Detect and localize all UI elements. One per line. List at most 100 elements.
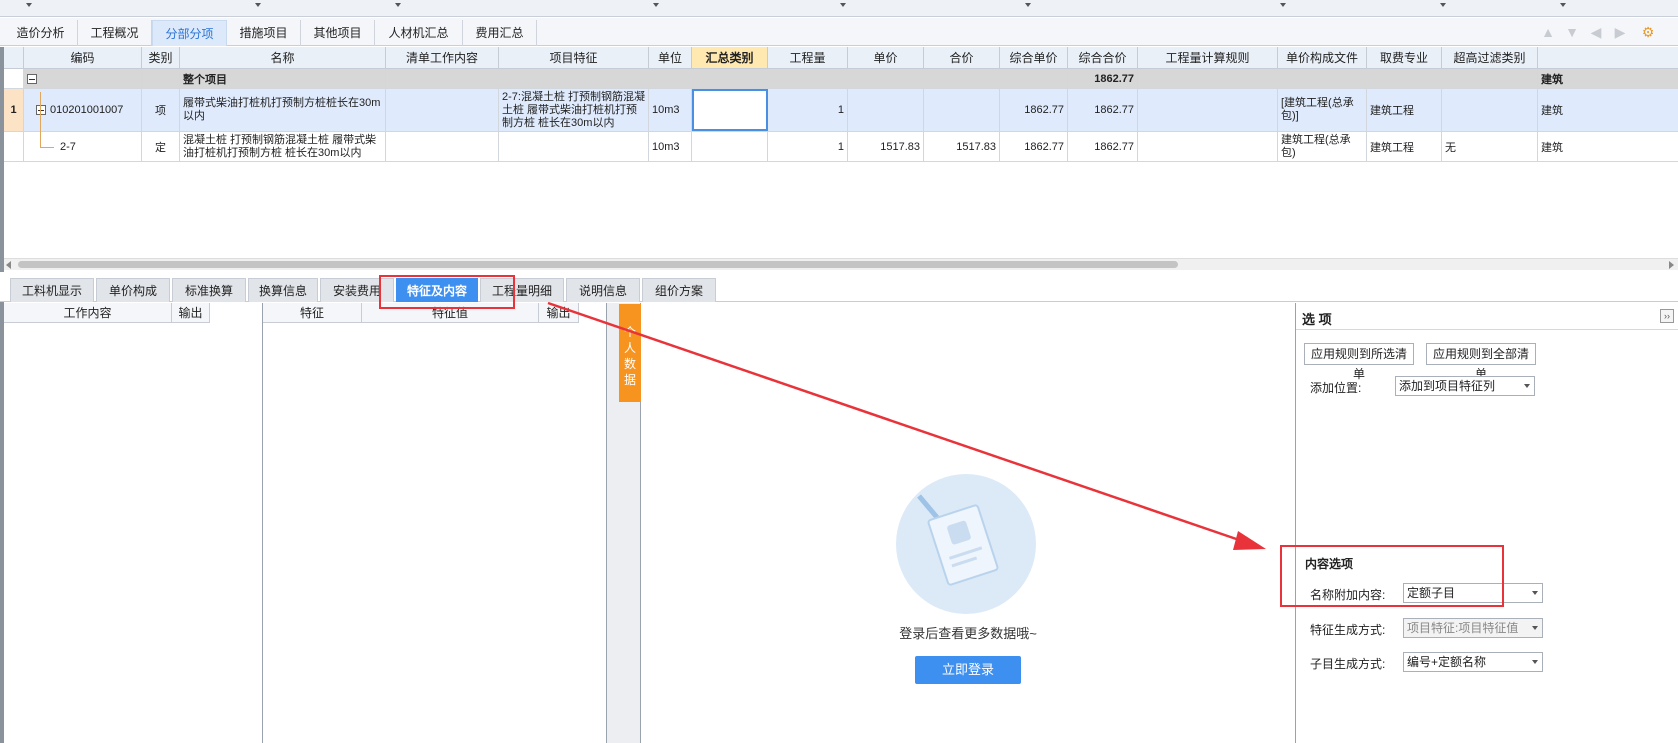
col-header-output[interactable]: 输出: [172, 303, 210, 323]
col-header-total-price[interactable]: 合价: [924, 47, 1000, 69]
tab-conversion-info[interactable]: 换算信息: [248, 278, 318, 302]
tab-price-composition[interactable]: 单价构成: [96, 278, 170, 302]
cell-comp-total-price[interactable]: 1862.77: [1068, 89, 1138, 131]
dropdown-arrow-icon[interactable]: [1532, 660, 1538, 664]
cell-fee-major[interactable]: 建筑工程: [1367, 132, 1442, 161]
add-position-select[interactable]: 添加到项目特征列: [1395, 376, 1535, 396]
dropdown-arrow-icon[interactable]: [1532, 591, 1538, 595]
row-index[interactable]: [4, 132, 24, 161]
col-header-feature[interactable]: 特征: [263, 303, 362, 323]
col-header-work-content[interactable]: 清单工作内容: [386, 47, 499, 69]
scroll-right-icon[interactable]: [1669, 261, 1674, 269]
cell-calc-rule[interactable]: [1138, 132, 1278, 161]
cell-feature[interactable]: [499, 132, 649, 161]
dropdown-caret-icon[interactable]: [1560, 3, 1566, 7]
tab-pricing-plan[interactable]: 组价方案: [642, 278, 716, 302]
dropdown-caret-icon[interactable]: [26, 3, 32, 7]
col-header-comp-unit-price[interactable]: 综合单价: [1000, 47, 1068, 69]
cell-quantity[interactable]: 1: [768, 132, 848, 161]
apply-to-all-button[interactable]: 应用规则到全部清单: [1426, 343, 1536, 381]
cell-total-price[interactable]: [924, 89, 1000, 131]
cell-type[interactable]: 项: [142, 89, 180, 131]
col-header-name[interactable]: 名称: [180, 47, 386, 69]
move-left-icon[interactable]: ◀: [1588, 24, 1604, 40]
dropdown-caret-icon[interactable]: [1280, 3, 1286, 7]
cell-unit-price[interactable]: [848, 89, 924, 131]
cell-work-content[interactable]: [386, 89, 499, 131]
col-header-height-filter[interactable]: 超高过滤类别: [1442, 47, 1538, 69]
cell-type[interactable]: 定: [142, 132, 180, 161]
tab-labor-materials[interactable]: 工料机显示: [10, 278, 94, 302]
cell-comp-total-price[interactable]: 1862.77: [1068, 132, 1138, 161]
row-toggle[interactable]: [24, 69, 142, 88]
col-header-comp-total-price[interactable]: 综合合价: [1068, 47, 1138, 69]
cell-quantity[interactable]: 1: [768, 89, 848, 131]
col-header-work-content[interactable]: 工作内容: [4, 303, 172, 323]
dropdown-caret-icon[interactable]: [840, 3, 846, 7]
col-header-code[interactable]: 编码: [24, 47, 142, 69]
col-header-quantity[interactable]: 工程量: [768, 47, 848, 69]
tab-standard-conversion[interactable]: 标准换算: [172, 278, 246, 302]
col-header-summary-category[interactable]: 汇总类别: [692, 47, 768, 69]
tab-fee-summary[interactable]: 费用汇总: [463, 20, 537, 46]
grid-horizontal-scrollbar[interactable]: [4, 258, 1678, 270]
table-row[interactable]: 1 010201001007 项 履带式柴油打桩机打预制方桩桩长在30m以内 2…: [4, 89, 1678, 132]
cell-extra[interactable]: 建筑: [1538, 132, 1678, 161]
row-index[interactable]: 1: [4, 89, 24, 131]
dropdown-caret-icon[interactable]: [1025, 3, 1031, 7]
tab-cost-analysis[interactable]: 造价分析: [4, 20, 78, 46]
cell-height-filter[interactable]: [1442, 89, 1538, 131]
apply-to-selected-button[interactable]: 应用规则到所选清单: [1304, 343, 1414, 381]
table-row-total[interactable]: 整个项目 1862.77 建筑: [4, 69, 1678, 89]
cell-calc-rule[interactable]: [1138, 89, 1278, 131]
tab-project-overview[interactable]: 工程概况: [78, 20, 152, 46]
col-header-price-file[interactable]: 单价构成文件: [1278, 47, 1367, 69]
tab-sub-items[interactable]: 分部分项: [152, 20, 227, 46]
collapse-icon[interactable]: [36, 105, 46, 115]
cell-extra[interactable]: 建筑: [1538, 89, 1678, 131]
cell-price-file[interactable]: 建筑工程(总承包): [1278, 132, 1367, 161]
move-down-icon[interactable]: ▼: [1564, 24, 1580, 40]
tab-resource-summary[interactable]: 人材机汇总: [375, 20, 463, 46]
cell-unit[interactable]: 10m3: [649, 89, 692, 131]
dropdown-caret-icon[interactable]: [1440, 3, 1446, 7]
col-header-output[interactable]: 输出: [539, 303, 579, 323]
tab-description-info[interactable]: 说明信息: [566, 278, 640, 302]
personal-data-tab[interactable]: 个人数据: [619, 304, 641, 402]
cell-summary-category[interactable]: [692, 132, 768, 161]
move-top-icon[interactable]: ▲: [1540, 24, 1556, 40]
col-header-feature[interactable]: 项目特征: [499, 47, 649, 69]
cell-comp-unit-price[interactable]: 1862.77: [1000, 89, 1068, 131]
dropdown-caret-icon[interactable]: [653, 3, 659, 7]
login-button[interactable]: 立即登录: [915, 656, 1021, 684]
cell-name[interactable]: 混凝土桩 打预制钢筋混凝土桩 履带式柴油打桩机打预制方桩 桩长在30m以内: [180, 132, 386, 161]
dropdown-arrow-icon[interactable]: [1524, 384, 1530, 388]
tab-other-items[interactable]: 其他项目: [301, 20, 375, 46]
cell-code[interactable]: 010201001007: [24, 89, 142, 131]
move-right-icon[interactable]: ▶: [1612, 24, 1628, 40]
cell-total-price[interactable]: 1517.83: [924, 132, 1000, 161]
collapse-icon[interactable]: [27, 73, 37, 84]
settings-icon[interactable]: ⚙: [1640, 24, 1656, 40]
cell-feature[interactable]: 2-7:混凝土桩 打预制钢筋混凝土桩 履带式柴油打桩机打预制方桩 桩长在30m以…: [499, 89, 649, 131]
scrollbar-thumb[interactable]: [18, 261, 1178, 268]
table-row[interactable]: 2-7 定 混凝土桩 打预制钢筋混凝土桩 履带式柴油打桩机打预制方桩 桩长在30…: [4, 132, 1678, 162]
tab-measures[interactable]: 措施项目: [227, 20, 301, 46]
scroll-left-icon[interactable]: [6, 261, 11, 269]
cell-height-filter[interactable]: 无: [1442, 132, 1538, 161]
dropdown-caret-icon[interactable]: [255, 3, 261, 7]
cell-fee-major[interactable]: 建筑工程: [1367, 89, 1442, 131]
col-header-unit-price[interactable]: 单价: [848, 47, 924, 69]
cell-work-content[interactable]: [386, 132, 499, 161]
cell-unit-price[interactable]: 1517.83: [848, 132, 924, 161]
collapse-panel-icon[interactable]: ››: [1660, 309, 1674, 323]
col-header-type[interactable]: 类别: [142, 47, 180, 69]
col-header-unit[interactable]: 单位: [649, 47, 692, 69]
cell-comp-unit-price[interactable]: 1862.77: [1000, 132, 1068, 161]
col-header-calc-rule[interactable]: 工程量计算规则: [1138, 47, 1278, 69]
cell-unit[interactable]: 10m3: [649, 132, 692, 161]
dropdown-caret-icon[interactable]: [395, 3, 401, 7]
cell-summary-category[interactable]: [692, 89, 768, 131]
col-header-fee-major[interactable]: 取费专业: [1367, 47, 1442, 69]
cell-price-file[interactable]: [建筑工程(总承包)]: [1278, 89, 1367, 131]
